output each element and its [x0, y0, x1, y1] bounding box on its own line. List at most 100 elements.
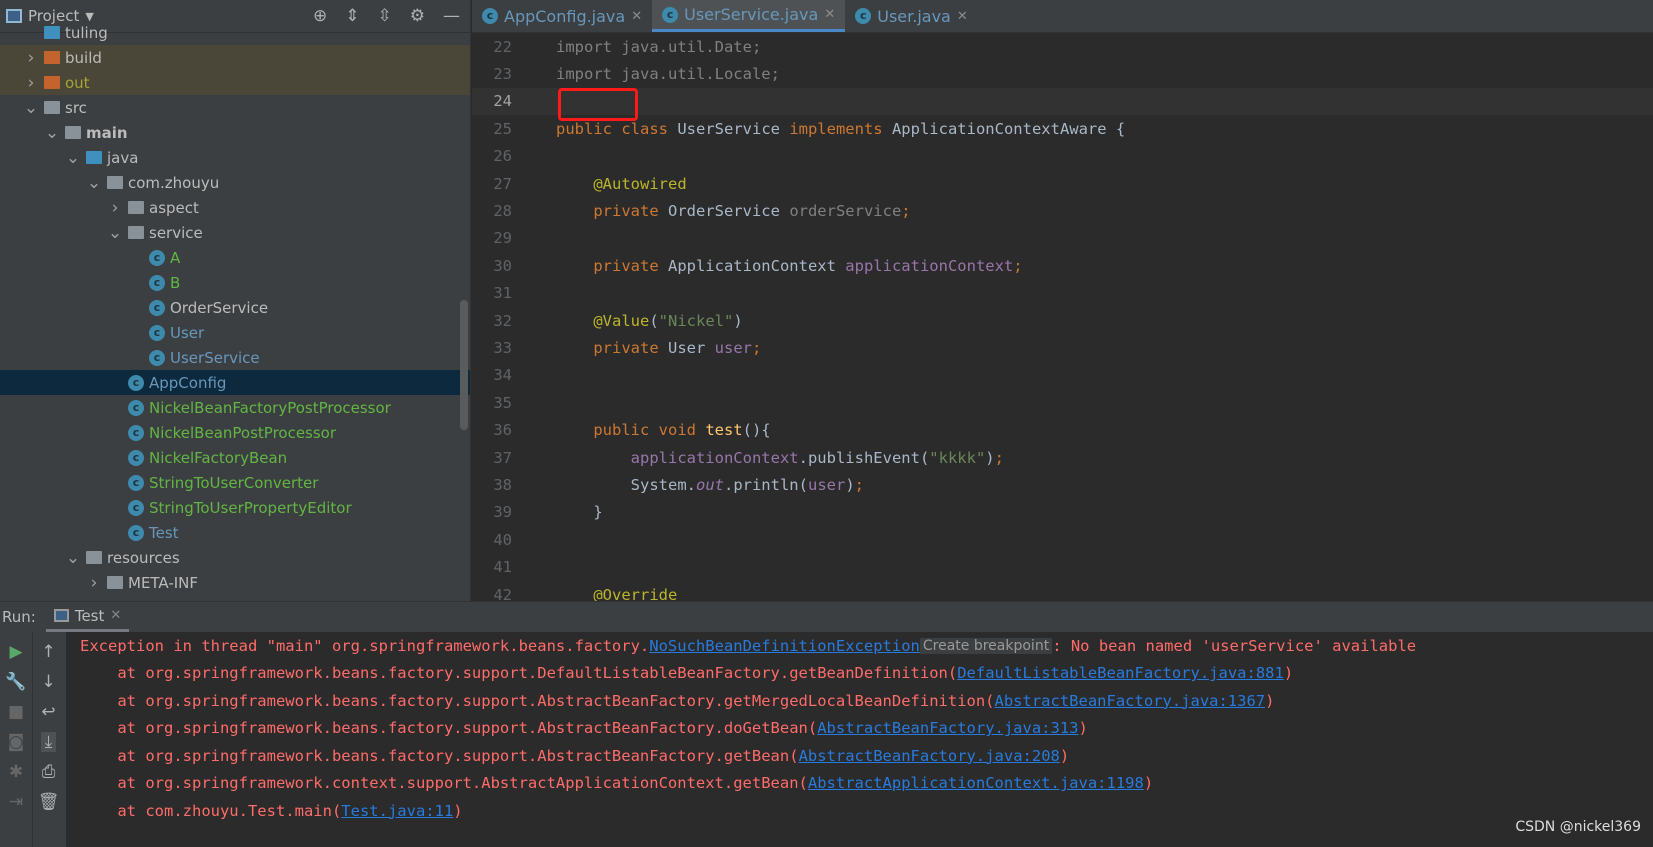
- line-number[interactable]: 36: [472, 421, 512, 439]
- tab-appconfig-java[interactable]: c AppConfig.java ✕: [472, 0, 652, 32]
- create-breakpoint-tooltip[interactable]: Create breakpoint: [919, 637, 1053, 654]
- tree-item[interactable]: c NickelBeanPostProcessor: [0, 420, 470, 445]
- wrench-icon[interactable]: 🔧: [5, 672, 26, 692]
- tree-item[interactable]: › aspect: [0, 195, 470, 220]
- source-link[interactable]: DefaultListableBeanFactory.java:881: [957, 664, 1284, 682]
- gutter[interactable]: [512, 88, 556, 115]
- chevron-down-icon[interactable]: ⌄: [64, 148, 82, 168]
- line-number[interactable]: 34: [472, 366, 512, 384]
- tree-item[interactable]: c AppConfig: [0, 370, 470, 395]
- gutter[interactable]: [512, 307, 556, 334]
- camera-icon[interactable]: ◙: [8, 732, 25, 752]
- line-number[interactable]: 27: [472, 175, 512, 193]
- source-link[interactable]: AbstractApplicationContext.java:1198: [808, 774, 1144, 792]
- tree-item[interactable]: c Test: [0, 520, 470, 545]
- chevron-right-icon[interactable]: ›: [106, 198, 124, 218]
- source-link[interactable]: AbstractBeanFactory.java:313: [817, 719, 1078, 737]
- arrow-down-icon[interactable]: ↓: [41, 672, 55, 692]
- gutter[interactable]: [512, 143, 556, 170]
- tree-item[interactable]: c NickelFactoryBean: [0, 445, 470, 470]
- line-number[interactable]: 38: [472, 476, 512, 494]
- run-tab-test[interactable]: Test ✕: [45, 602, 130, 632]
- line-number[interactable]: 23: [472, 65, 512, 83]
- tree-item[interactable]: ⌄ resources: [0, 545, 470, 570]
- gutter[interactable]: [512, 197, 556, 224]
- tree-item[interactable]: cB: [0, 270, 470, 295]
- tree-item[interactable]: c UserService: [0, 345, 470, 370]
- close-icon[interactable]: ✕: [631, 9, 642, 24]
- line-number[interactable]: 25: [472, 120, 512, 138]
- source-link[interactable]: AbstractBeanFactory.java:1367: [995, 692, 1266, 710]
- gutter[interactable]: [512, 471, 556, 498]
- line-number[interactable]: 22: [472, 38, 512, 56]
- tree-item[interactable]: › build: [0, 45, 470, 70]
- line-number[interactable]: 37: [472, 449, 512, 467]
- line-number[interactable]: 39: [472, 503, 512, 521]
- line-number[interactable]: 32: [472, 312, 512, 330]
- line-number[interactable]: 26: [472, 147, 512, 165]
- arrow-up-icon[interactable]: ↑: [41, 642, 55, 662]
- chevron-down-icon[interactable]: ⌄: [43, 123, 61, 143]
- tree-item[interactable]: ⌄ src: [0, 95, 470, 120]
- line-number[interactable]: 30: [472, 257, 512, 275]
- print-icon[interactable]: ⎙: [42, 762, 56, 782]
- tree-item[interactable]: c OrderService: [0, 295, 470, 320]
- tree-item[interactable]: ⌄ service: [0, 220, 470, 245]
- gutter[interactable]: [512, 362, 556, 389]
- scroll-to-end-icon[interactable]: ⤓: [40, 732, 57, 752]
- gutter[interactable]: [512, 526, 556, 553]
- exit-icon[interactable]: ⇥: [9, 792, 23, 812]
- gutter[interactable]: [512, 33, 556, 60]
- line-number[interactable]: 33: [472, 339, 512, 357]
- gutter[interactable]: [512, 416, 556, 443]
- chevron-down-icon[interactable]: ⌄: [22, 98, 40, 118]
- tree-item[interactable]: ⌄ com.zhouyu: [0, 170, 470, 195]
- gutter[interactable]: [512, 225, 556, 252]
- source-link[interactable]: Test.java:11: [341, 802, 453, 820]
- source-link[interactable]: AbstractBeanFactory.java:208: [799, 747, 1060, 765]
- gutter[interactable]: [512, 170, 556, 197]
- tree-item[interactable]: › META-INF: [0, 570, 470, 595]
- rerun-icon[interactable]: ▶: [9, 642, 22, 662]
- gutter[interactable]: [512, 444, 556, 471]
- line-number[interactable]: 24: [472, 92, 512, 110]
- line-number[interactable]: 29: [472, 229, 512, 247]
- bug-icon[interactable]: ✱: [9, 762, 23, 782]
- tree-item[interactable]: c User: [0, 320, 470, 345]
- tab-userservice-java[interactable]: c UserService.java ✕: [652, 0, 846, 32]
- chevron-down-icon[interactable]: ⌄: [106, 223, 124, 243]
- line-number[interactable]: 35: [472, 394, 512, 412]
- chevron-right-icon[interactable]: ›: [22, 73, 40, 93]
- close-icon[interactable]: ✕: [957, 9, 968, 24]
- soft-wrap-icon[interactable]: ↩: [41, 702, 55, 722]
- exception-link[interactable]: NoSuchBeanDefinitionException: [649, 637, 920, 655]
- tree-item[interactable]: c StringToUserConverter: [0, 470, 470, 495]
- close-icon[interactable]: ✕: [110, 608, 121, 623]
- tree-item[interactable]: c NickelBeanFactoryPostProcessor: [0, 395, 470, 420]
- chevron-right-icon[interactable]: ›: [22, 48, 40, 68]
- gutter[interactable]: [512, 280, 556, 307]
- tree-item[interactable]: ⌄ java: [0, 145, 470, 170]
- tree-item[interactable]: ⌄ main: [0, 120, 470, 145]
- gutter[interactable]: [512, 252, 556, 279]
- line-number[interactable]: 40: [472, 531, 512, 549]
- tab-user-java[interactable]: c User.java ✕: [845, 0, 978, 32]
- gutter[interactable]: [512, 334, 556, 361]
- trash-icon[interactable]: 🗑: [38, 792, 60, 812]
- gutter[interactable]: [512, 60, 556, 87]
- tree-item[interactable]: cA: [0, 245, 470, 270]
- gutter[interactable]: [512, 499, 556, 526]
- code-area[interactable]: 22 import java.util.Date; 23 import java.ut…: [472, 33, 1653, 604]
- tree-item[interactable]: c StringToUserPropertyEditor: [0, 495, 470, 520]
- console-output[interactable]: Exception in thread "main" org.springfra…: [80, 632, 1653, 825]
- tree-item[interactable]: tuling: [0, 20, 470, 45]
- gutter[interactable]: [512, 389, 556, 416]
- stop-icon[interactable]: ■: [8, 702, 24, 722]
- gutter[interactable]: [512, 115, 556, 142]
- gutter[interactable]: [512, 553, 556, 580]
- line-number[interactable]: 28: [472, 202, 512, 220]
- chevron-down-icon[interactable]: ⌄: [85, 173, 103, 193]
- close-icon[interactable]: ✕: [824, 7, 835, 22]
- chevron-down-icon[interactable]: ⌄: [64, 548, 82, 568]
- scrollbar[interactable]: [460, 300, 468, 430]
